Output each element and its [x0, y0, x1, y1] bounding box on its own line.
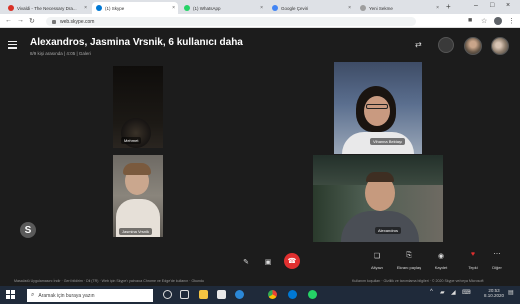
add-participant-icon[interactable]: ⇄	[415, 40, 422, 49]
browser-tab[interactable]: (1) WhatsApp ×	[180, 2, 266, 14]
tray-chevron-icon[interactable]: ^	[430, 289, 433, 295]
share-screen-icon[interactable]: ⎘	[402, 252, 416, 260]
clock-date: 8.10.2020	[484, 293, 505, 298]
tab-label: Vivaldi - The Necessary Dra...	[17, 5, 77, 11]
browser-tab[interactable]: Yeni Sekme ×	[356, 2, 442, 14]
lock-icon	[52, 19, 56, 24]
maximize-icon[interactable]: □	[490, 2, 494, 9]
participant-name: Vihanna Bektaşı	[370, 138, 406, 145]
participant-hair	[366, 172, 394, 182]
participant-face	[364, 96, 390, 126]
edge-icon[interactable]	[235, 290, 244, 299]
call-title: Alexandros, Jasmina Vrsnik, 6 kullanıcı …	[30, 37, 243, 48]
taskbar-search-placeholder: Aramak için buraya yazın	[38, 292, 95, 299]
participant-tile[interactable]: Mehmet	[113, 66, 163, 148]
heart-react-icon[interactable]: ♥	[466, 251, 480, 258]
participant-tile[interactable]: Alexandros	[313, 155, 443, 242]
tab-close-icon[interactable]: ×	[172, 5, 175, 11]
browser-tab-active[interactable]: (1) Skype ×	[92, 2, 178, 14]
participant-name: Jasmina Vrsnik	[119, 228, 152, 235]
camera-permission-icon[interactable]: ■	[468, 17, 472, 24]
taskbar-search-box[interactable]: ⌕ Aramak için buraya yazın	[27, 289, 153, 302]
network-icon[interactable]: ▰	[440, 289, 445, 296]
close-window-icon[interactable]: ×	[506, 2, 510, 9]
browser-tab[interactable]: Google Çeviri ×	[268, 2, 354, 14]
browser-tab-strip: Vivaldi - The Necessary Dra... × (1) Sky…	[0, 0, 520, 14]
whatsapp-taskbar-icon[interactable]	[308, 290, 317, 299]
tab-close-icon[interactable]: ×	[436, 5, 439, 11]
new-tab-button[interactable]: +	[446, 2, 451, 11]
browser-menu-icon[interactable]: ⋮	[508, 17, 515, 25]
subtitles-label[interactable]: Altyazı	[362, 265, 392, 270]
task-view-icon[interactable]	[180, 290, 189, 299]
cortana-icon[interactable]	[163, 290, 172, 299]
translate-favicon-icon	[272, 5, 278, 11]
skype-taskbar-icon[interactable]	[288, 290, 297, 299]
tab-close-icon[interactable]: ×	[348, 5, 351, 11]
minimize-icon[interactable]: –	[474, 2, 478, 9]
url-text: web.skype.com	[60, 18, 95, 25]
volume-icon[interactable]: ◢	[451, 289, 456, 296]
file-explorer-icon[interactable]	[199, 290, 208, 299]
participant-tile[interactable]: Jasmina Vrsnik	[113, 155, 163, 237]
chrome-icon[interactable]	[268, 290, 277, 299]
tab-close-icon[interactable]: ×	[260, 5, 263, 11]
subtitles-icon[interactable]: ❏	[370, 252, 384, 260]
microphone-icon[interactable]: ✎	[240, 256, 252, 268]
page-footer: Masaüstü Uygulamasını İndir · Geri bildi…	[0, 277, 520, 286]
self-avatar[interactable]	[438, 37, 454, 53]
footer-right-links[interactable]: Kullanım koşulları · Gizlilik ve tanımla…	[352, 279, 483, 283]
participant-name: Alexandros	[375, 227, 402, 234]
forward-arrow-icon[interactable]: →	[17, 17, 24, 24]
reload-icon[interactable]: ↻	[29, 17, 35, 25]
share-screen-label[interactable]: Ekranı paylaş	[394, 265, 424, 270]
tab-label: (1) Skype	[105, 5, 125, 11]
participant-avatar[interactable]	[464, 37, 482, 55]
participant-avatar[interactable]	[491, 37, 509, 55]
keyboard-icon[interactable]: ⌨	[462, 289, 471, 296]
tab-label: Google Çeviri	[281, 5, 309, 11]
store-icon[interactable]	[217, 290, 226, 299]
tab-favicon-icon	[8, 5, 14, 11]
participant-tile[interactable]: Vihanna Bektaşı	[334, 62, 422, 154]
record-label[interactable]: Kaydet	[426, 265, 456, 270]
new-tab-favicon-icon	[360, 5, 366, 11]
whatsapp-favicon-icon	[184, 5, 190, 11]
address-bar-row: ← → ↻ web.skype.com ■ ☆ ⋮	[0, 14, 520, 28]
browser-tab[interactable]: Vivaldi - The Necessary Dra... ×	[4, 2, 90, 14]
camera-off-icon[interactable]: ▣	[262, 256, 274, 268]
back-arrow-icon[interactable]: ←	[5, 17, 12, 24]
profile-avatar[interactable]	[494, 17, 502, 25]
tab-label: (1) WhatsApp	[193, 5, 221, 11]
windows-start-icon[interactable]	[6, 290, 16, 300]
tab-close-icon[interactable]: ×	[84, 5, 87, 11]
bookmark-star-icon[interactable]: ☆	[481, 17, 487, 25]
record-icon[interactable]: ◉	[434, 252, 448, 260]
skype-favicon-icon	[96, 5, 102, 11]
participant-name: Mehmet	[121, 137, 142, 144]
more-label[interactable]: Diğer	[482, 265, 512, 270]
hang-up-button[interactable]: ☎	[284, 253, 300, 269]
more-dots-icon[interactable]: ⋯	[490, 250, 504, 258]
url-field[interactable]: web.skype.com	[46, 17, 416, 26]
participant-hair	[123, 163, 151, 175]
call-subtitle: 8/9 kişi arasında | 4:05 | Galeri	[30, 51, 91, 56]
search-icon: ⌕	[31, 292, 35, 298]
notifications-icon[interactable]: ▤	[508, 289, 514, 296]
tab-label: Yeni Sekme	[369, 5, 393, 11]
glasses-icon	[366, 104, 388, 109]
tray-clock[interactable]: 20:53 8.10.2020	[484, 288, 504, 298]
skype-logo-icon: S	[20, 222, 36, 238]
menu-hamburger-icon[interactable]	[8, 41, 17, 49]
footer-left-links[interactable]: Masaüstü Uygulamasını İndir · Geri bildi…	[14, 279, 204, 283]
